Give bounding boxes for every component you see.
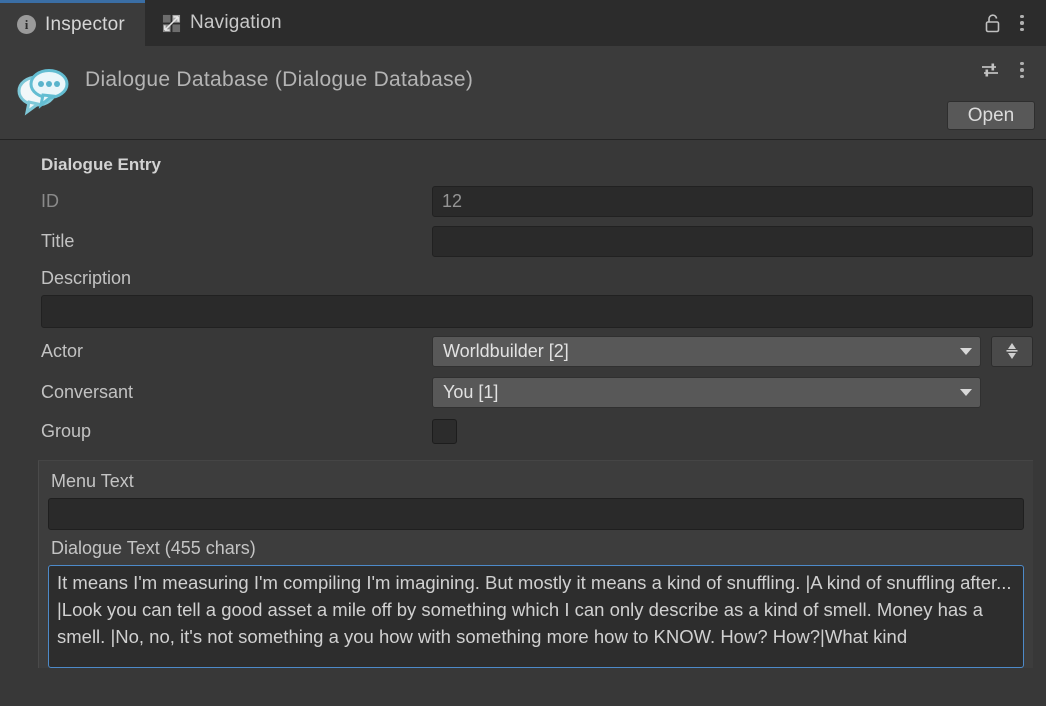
field-row-description-label: Description <box>0 261 1046 295</box>
text-fields-panel: Menu Text Dialogue Text (455 chars) It m… <box>38 460 1033 668</box>
tab-bar-actions <box>979 0 1046 46</box>
field-row-actor: Actor Worldbuilder [2] <box>0 330 1046 372</box>
field-label-id: ID <box>41 190 59 211</box>
actor-dropdown[interactable]: Worldbuilder [2] <box>432 335 981 367</box>
menu-text-label: Menu Text <box>51 471 134 491</box>
object-header-actions <box>977 57 1035 83</box>
field-label-title: Title <box>41 230 75 251</box>
title-input[interactable] <box>432 225 1033 257</box>
conversant-dropdown[interactable]: You [1] <box>432 376 981 408</box>
field-row-title: Title <box>0 221 1046 261</box>
conversant-dropdown-value: You [1] <box>443 381 499 402</box>
description-input[interactable] <box>41 295 1033 328</box>
info-icon: i <box>17 15 36 34</box>
tab-inspector-label: Inspector <box>45 13 125 35</box>
chevron-down-icon <box>960 347 972 355</box>
kebab-menu-icon[interactable] <box>1009 57 1035 83</box>
field-label-conversant: Conversant <box>41 381 134 402</box>
open-button[interactable]: Open <box>947 101 1035 130</box>
move-arrows-icon <box>162 14 181 33</box>
inspector-body: Dialogue Entry ID 12 Title Description A… <box>0 140 1046 668</box>
field-label-actor: Actor <box>41 340 84 361</box>
dialogue-bubble-icon <box>13 58 75 120</box>
preset-sliders-icon[interactable] <box>977 57 1003 83</box>
tab-bar: i Inspector Navigation <box>0 0 1046 46</box>
chevron-down-icon <box>960 388 972 396</box>
section-title-dialogue-entry: Dialogue Entry <box>41 155 161 174</box>
field-row-id: ID 12 <box>0 181 1046 221</box>
dialogue-text-label: Dialogue Text (455 chars) <box>51 538 256 558</box>
lock-icon[interactable] <box>979 10 1005 36</box>
field-label-group: Group <box>41 420 92 441</box>
kebab-menu-icon[interactable] <box>1009 10 1035 36</box>
field-row-group: Group <box>0 412 1046 450</box>
field-row-conversant: Conversant You [1] <box>0 372 1046 412</box>
field-row-description-input <box>0 295 1046 328</box>
group-checkbox[interactable] <box>432 418 457 444</box>
dialogue-text-area[interactable]: It means I'm measuring I'm compiling I'm… <box>48 565 1024 668</box>
swap-actors-button[interactable] <box>991 335 1033 367</box>
id-input: 12 <box>432 185 1033 217</box>
object-header: Dialogue Database (Dialogue Database) Op… <box>0 46 1046 140</box>
tab-navigation[interactable]: Navigation <box>145 0 302 46</box>
page-title: Dialogue Database (Dialogue Database) <box>85 68 474 91</box>
menu-text-input[interactable] <box>48 498 1024 530</box>
tab-inspector[interactable]: i Inspector <box>0 0 145 46</box>
field-label-description: Description <box>41 267 132 288</box>
tab-navigation-label: Navigation <box>189 12 282 33</box>
actor-dropdown-value: Worldbuilder [2] <box>443 340 569 361</box>
swap-vertical-icon <box>1006 343 1018 359</box>
